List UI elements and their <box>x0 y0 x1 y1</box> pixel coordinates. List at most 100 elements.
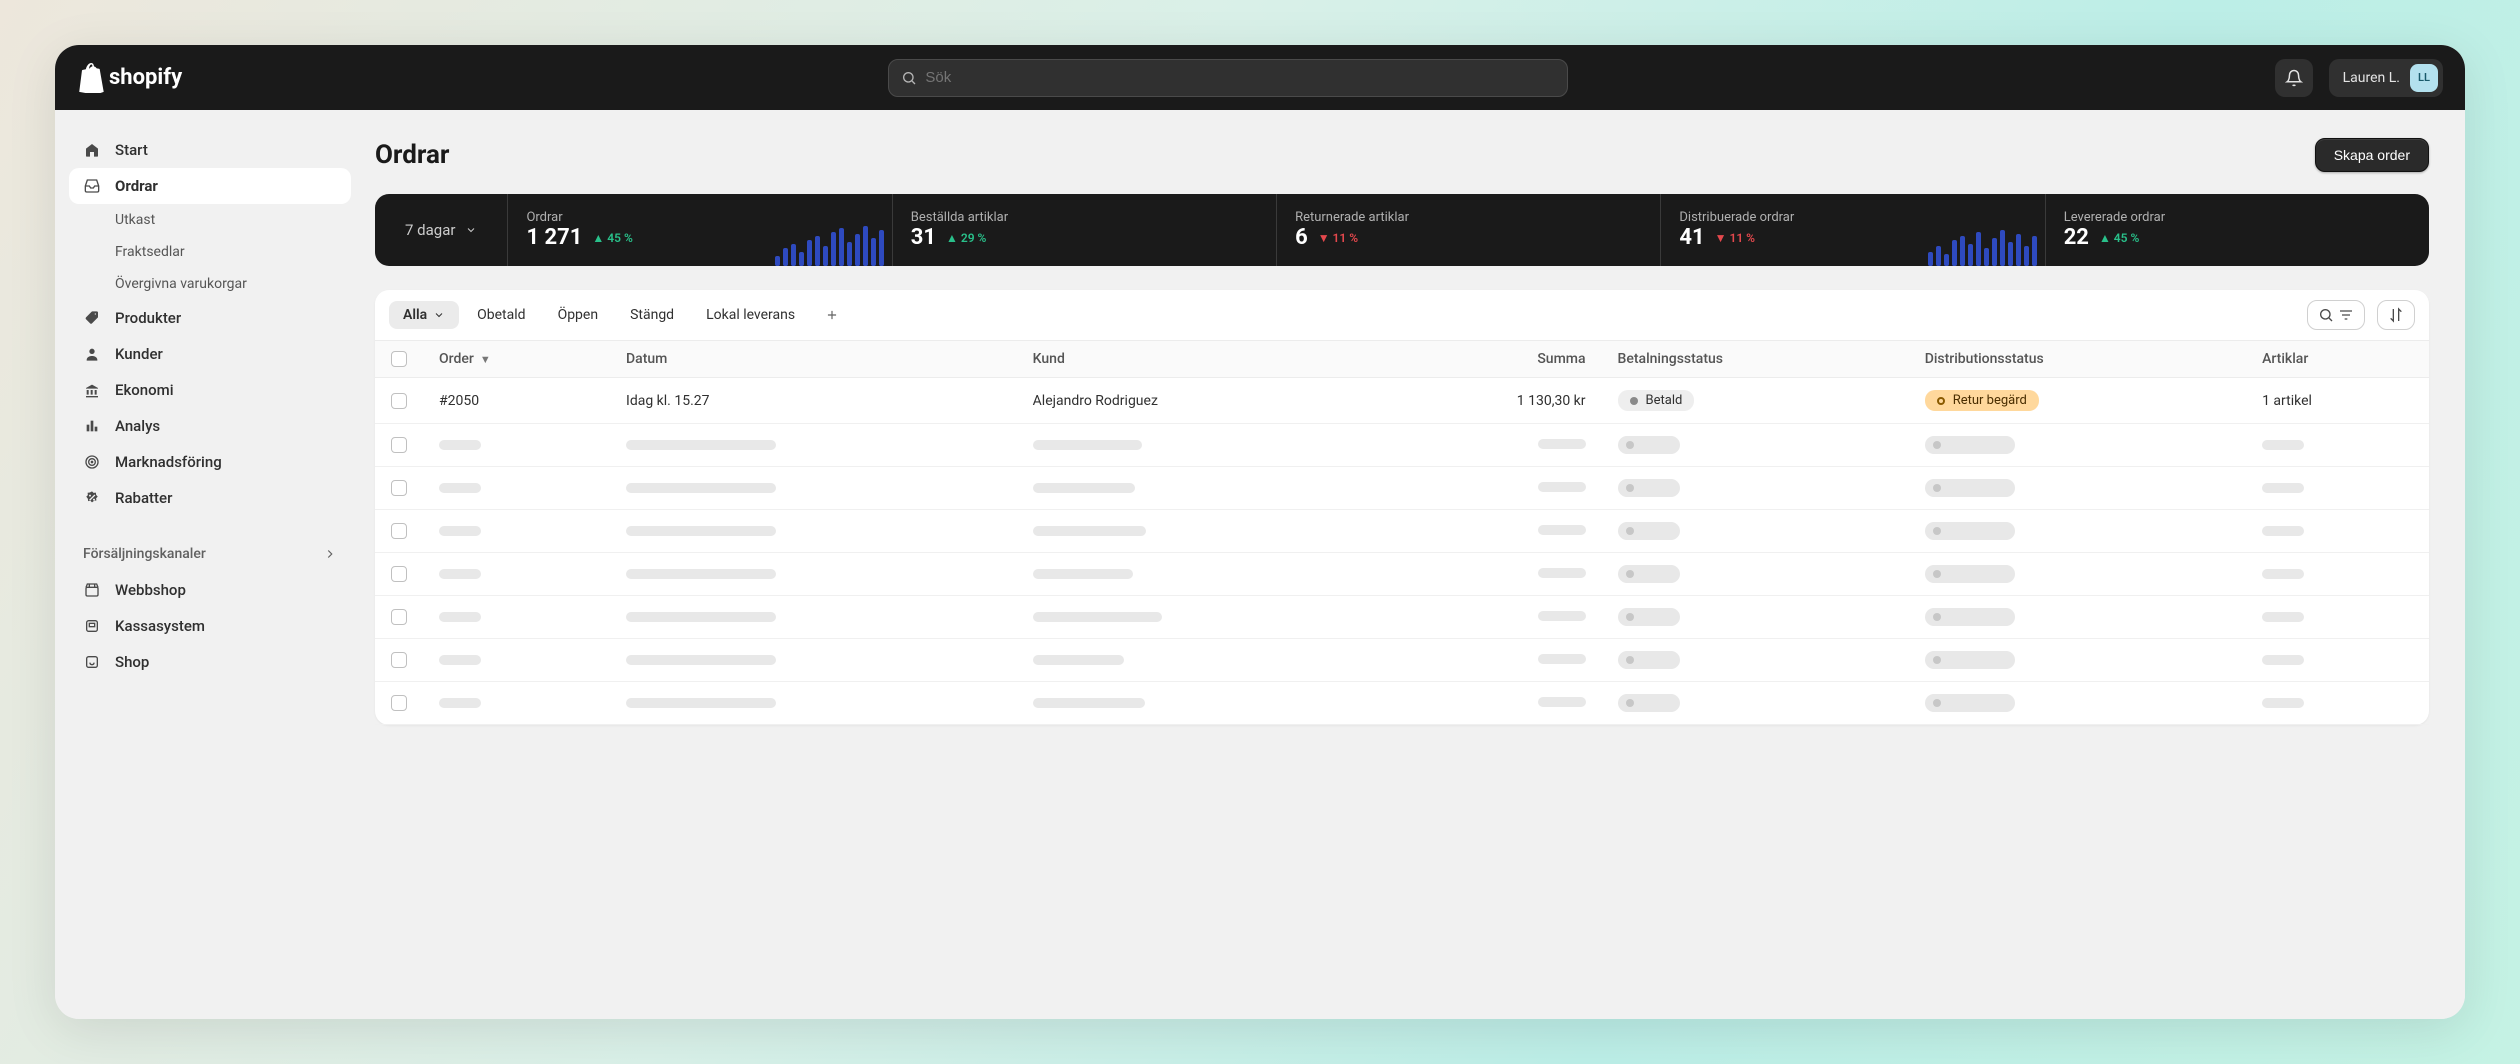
row-checkbox[interactable] <box>391 566 407 582</box>
sidebar-item-discounts[interactable]: Rabatter <box>69 480 351 516</box>
col-customer[interactable]: Kund <box>1017 341 1377 378</box>
stat-label: Returnerade artiklar <box>1295 210 1642 225</box>
inbox-icon <box>83 178 101 194</box>
sort-button[interactable] <box>2377 300 2415 330</box>
sidebar-item-label: Start <box>115 141 148 159</box>
col-order[interactable]: Order▼ <box>423 341 610 378</box>
table-row-placeholder <box>375 639 2429 682</box>
col-payment[interactable]: Betalningsstatus <box>1602 341 1909 378</box>
row-checkbox[interactable] <box>391 523 407 539</box>
bank-icon <box>83 382 101 398</box>
stats-range-selector[interactable]: 7 dagar <box>375 194 507 266</box>
row-checkbox[interactable] <box>391 652 407 668</box>
select-all-checkbox[interactable] <box>391 351 407 367</box>
create-order-button[interactable]: Skapa order <box>2315 138 2429 172</box>
tab-row: AllaObetaldÖppenStängdLokal leverans <box>375 290 2429 340</box>
stat-delta: ▲ 45 % <box>592 231 632 245</box>
shop-icon <box>83 654 101 670</box>
sidebar-item-orders[interactable]: Ordrar <box>69 168 351 204</box>
plus-icon <box>825 308 839 322</box>
topbar: shopify Lauren L. LL <box>55 45 2465 110</box>
sort-icon <box>2388 307 2404 323</box>
brand-logo[interactable]: shopify <box>77 63 182 93</box>
stat-card[interactable]: Beställda artiklar31▲ 29 % <box>892 194 1276 266</box>
row-checkbox[interactable] <box>391 437 407 453</box>
col-date[interactable]: Datum <box>610 341 1017 378</box>
sparkline <box>1928 226 2045 266</box>
tab-stängd[interactable]: Stängd <box>616 301 688 329</box>
target-icon <box>83 454 101 470</box>
sidebar-item-finance[interactable]: Ekonomi <box>69 372 351 408</box>
chevron-down-icon <box>433 309 445 321</box>
sidebar-item-label: Produkter <box>115 309 181 327</box>
col-fulfillment[interactable]: Distributionsstatus <box>1909 341 2246 378</box>
brand-name: shopify <box>109 65 182 90</box>
stat-delta: ▼ 11 % <box>1318 231 1358 245</box>
sidebar-sub-abandoned[interactable]: Övergivna varukorgar <box>69 268 351 300</box>
sidebar-item-label: Kassasystem <box>115 617 205 635</box>
sidebar-item-products[interactable]: Produkter <box>69 300 351 336</box>
row-checkbox[interactable] <box>391 480 407 496</box>
row-checkbox[interactable] <box>391 393 407 409</box>
cell-total: 1 130,30 kr <box>1376 378 1601 424</box>
tab-alla[interactable]: Alla <box>389 301 459 329</box>
stat-value: 1 271 <box>526 225 582 250</box>
stat-label: Levererade ordrar <box>2064 210 2411 225</box>
table-row-placeholder <box>375 424 2429 467</box>
search-icon <box>2318 307 2334 323</box>
search-bar[interactable] <box>888 59 1568 97</box>
stat-card[interactable]: Ordrar1 271 ▲ 45 % <box>507 194 891 266</box>
row-checkbox[interactable] <box>391 695 407 711</box>
stat-card[interactable]: Returnerade artiklar6 ▼ 11 % <box>1276 194 1660 266</box>
table-row-placeholder <box>375 510 2429 553</box>
search-filter-button[interactable] <box>2307 300 2365 330</box>
stat-label: Ordrar <box>526 210 873 225</box>
filter-icon <box>2338 307 2354 323</box>
tab-lokal leverans[interactable]: Lokal leverans <box>692 301 809 329</box>
sort-desc-icon: ▼ <box>480 353 491 366</box>
sidebar-item-start[interactable]: Start <box>69 132 351 168</box>
sidebar-item-customers[interactable]: Kunder <box>69 336 351 372</box>
stat-value: 41 <box>1679 225 1704 250</box>
fulfillment-badge: Retur begärd <box>1925 390 2039 411</box>
sidebar-sub-shipping[interactable]: Fraktsedlar <box>69 236 351 268</box>
stat-value: 22 <box>2064 225 2089 250</box>
orders-table: Order▼ Datum Kund Summa Betalningsstatus… <box>375 340 2429 725</box>
sidebar-channel-shop[interactable]: Shop <box>69 644 351 680</box>
page-title: Ordrar <box>375 140 449 170</box>
payment-badge: Betald <box>1618 390 1695 411</box>
col-items[interactable]: Artiklar <box>2246 341 2429 378</box>
sidebar-channel-pos[interactable]: Kassasystem <box>69 608 351 644</box>
sidebar-sub-drafts[interactable]: Utkast <box>69 204 351 236</box>
tab-öppen[interactable]: Öppen <box>544 301 613 329</box>
sidebar-channel-online[interactable]: Webbshop <box>69 572 351 608</box>
table-row[interactable]: #2050Idag kl. 15.27Alejandro Rodriguez1 … <box>375 378 2429 424</box>
cell-customer: Alejandro Rodriguez <box>1017 378 1377 424</box>
sidebar-item-label: Kunder <box>115 345 163 363</box>
stat-value: 6 <box>1295 225 1308 250</box>
user-name: Lauren L. <box>2343 70 2400 86</box>
user-menu[interactable]: Lauren L. LL <box>2329 59 2443 97</box>
search-input[interactable] <box>925 69 1555 86</box>
stat-value: 31 <box>911 225 936 250</box>
stat-delta: ▼ 11 % <box>1715 231 1755 245</box>
channels-header[interactable]: Försäljningskanaler <box>69 536 351 572</box>
avatar: LL <box>2410 64 2438 92</box>
add-view-button[interactable] <box>813 302 851 328</box>
col-total[interactable]: Summa <box>1376 341 1601 378</box>
row-checkbox[interactable] <box>391 609 407 625</box>
stat-card[interactable]: Levererade ordrar22 ▲ 45 % <box>2045 194 2429 266</box>
notifications-button[interactable] <box>2275 59 2313 97</box>
pos-icon <box>83 618 101 634</box>
stat-delta: ▲ 45 % <box>2099 231 2139 245</box>
sidebar-item-label: Shop <box>115 653 149 671</box>
sidebar-item-label: Ordrar <box>115 177 158 195</box>
table-row-placeholder <box>375 553 2429 596</box>
sidebar-item-analytics[interactable]: Analys <box>69 408 351 444</box>
stat-label: Beställda artiklar <box>911 210 1258 225</box>
stat-card[interactable]: Distribuerade ordrar41 ▼ 11 % <box>1660 194 2044 266</box>
sidebar-item-marketing[interactable]: Marknadsföring <box>69 444 351 480</box>
stat-label: Distribuerade ordrar <box>1679 210 2026 225</box>
tab-obetald[interactable]: Obetald <box>463 301 539 329</box>
tag-icon <box>83 310 101 326</box>
